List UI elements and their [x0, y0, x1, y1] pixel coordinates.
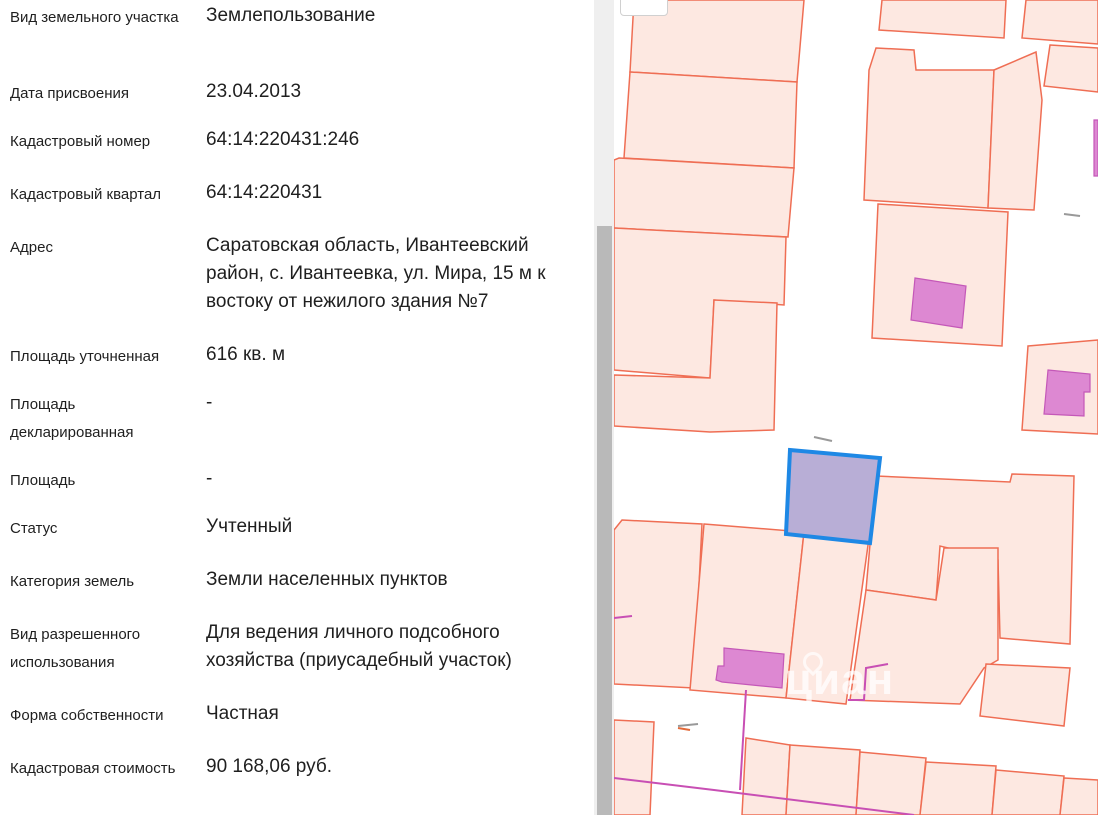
detail-label: Дата присвоения: [10, 85, 129, 102]
detail-value[interactable]: 64:14:220431: [206, 179, 578, 207]
detail-value: Частная: [206, 703, 279, 724]
map-mark: [677, 727, 691, 731]
detail-label: Площадь декларированная: [10, 396, 134, 441]
map-building: [715, 647, 785, 689]
detail-label: Вид разрешенного использования: [10, 626, 141, 671]
detail-value: Учтенный: [206, 516, 293, 537]
detail-row-area: Площадь -: [0, 467, 594, 495]
map-parcel: [855, 751, 927, 815]
detail-row-land-category: Категория земель Земли населенных пункто…: [0, 568, 594, 596]
detail-row-area-specified: Площадь уточненная 616 кв. м: [0, 343, 594, 371]
map-parcel: [623, 71, 798, 169]
detail-label: Площадь уточненная: [10, 348, 160, 365]
map-zoom-out-button[interactable]: [620, 0, 668, 16]
detail-row-assign-date: Дата присвоения 23.04.2013: [0, 80, 594, 108]
detail-label: Адрес: [10, 239, 53, 256]
map-parcel: [991, 769, 1065, 815]
detail-row-cadastral-number: Кадастровый номер 64:14:220431:246: [0, 128, 594, 156]
detail-value: Земли населенных пунктов: [206, 569, 448, 590]
selected-parcel: [783, 447, 883, 546]
detail-row-land-type: Вид земельного участка Землепользование: [0, 4, 594, 60]
map-parcel: [614, 719, 655, 815]
map-parcel: [979, 663, 1071, 727]
detail-label: Вид земельного участка: [10, 9, 179, 26]
detail-label: Площадь: [10, 472, 76, 489]
map-parcel: [614, 519, 703, 689]
detail-value: Землепользование: [206, 5, 376, 26]
map-watermark: циан: [785, 655, 895, 704]
detail-value: 23.04.2013: [206, 81, 302, 102]
map-mark: [813, 436, 833, 442]
detail-value: -: [206, 392, 213, 413]
detail-value: 90 168,06 руб.: [206, 756, 333, 777]
detail-label: Кадастровый квартал: [10, 186, 162, 203]
map-parcel: [741, 737, 791, 815]
parcel-details-panel: Вид земельного участка Землепользование …: [0, 0, 594, 815]
detail-label: Кадастровая стоимость: [10, 760, 176, 777]
detail-row-area-declared: Площадь декларированная -: [0, 391, 594, 447]
detail-value[interactable]: 64:14:220431:246: [206, 126, 578, 154]
map-mark: [677, 723, 699, 727]
map-parcel: [1021, 0, 1098, 45]
detail-label: Категория земель: [10, 573, 135, 590]
map-building: [1093, 119, 1098, 177]
map-parcel: [1043, 44, 1098, 93]
map-parcel: [878, 0, 1007, 39]
detail-row-cadastral-quarter: Кадастровый квартал 64:14:220431: [0, 181, 594, 209]
map-mark: [1063, 213, 1081, 217]
map-parcel: [919, 761, 997, 815]
map-parcel: [863, 47, 995, 209]
detail-row-ownership: Форма собственности Частная: [0, 702, 594, 730]
detail-value: -: [206, 468, 213, 489]
detail-row-permitted-use: Вид разрешенного использования Для веден…: [0, 621, 594, 677]
detail-row-address: Адрес Саратовская область, Ивантеевский …: [0, 234, 594, 318]
detail-value: Для ведения личного подсобного хозяйства…: [206, 622, 512, 671]
details-scrollbar-thumb[interactable]: [597, 226, 612, 815]
detail-row-status: Статус Учтенный: [0, 515, 594, 543]
detail-row-cadastral-value: Кадастровая стоимость 90 168,06 руб.: [0, 755, 594, 811]
map-building: [910, 277, 967, 329]
map-parcel: [614, 157, 795, 238]
map-building: [1043, 369, 1091, 417]
map-parcel: [987, 50, 1043, 211]
detail-value: Саратовская область, Ивантеевский район,…: [206, 235, 546, 312]
detail-label: Кадастровый номер: [10, 133, 151, 150]
map-parcel: [1059, 777, 1098, 815]
detail-value: 616 кв. м: [206, 344, 286, 365]
detail-label: Форма собственности: [10, 707, 164, 724]
detail-label: Статус: [10, 520, 58, 537]
